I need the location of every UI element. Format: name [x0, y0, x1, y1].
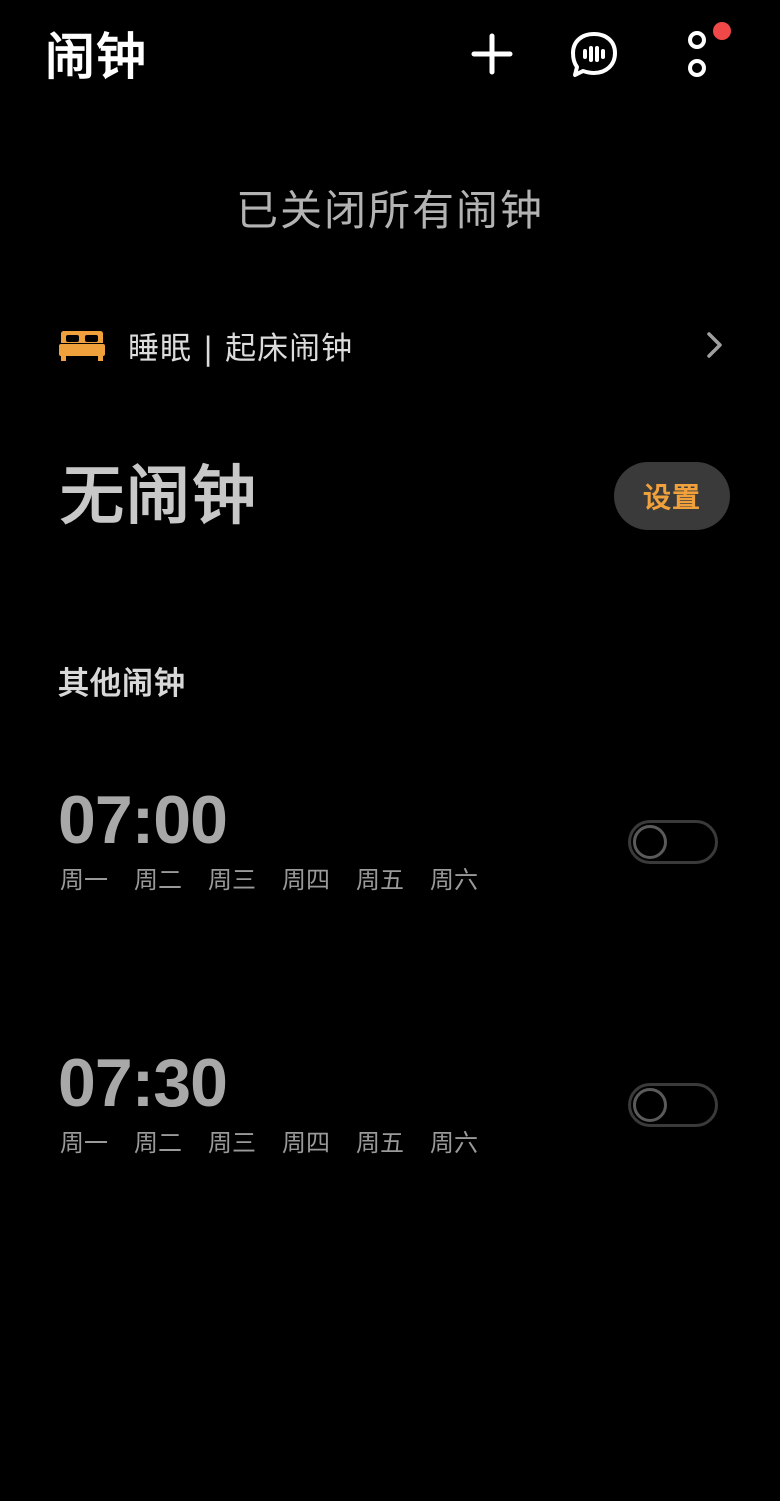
alarm-toggle[interactable] — [628, 1083, 718, 1127]
alarm-toggle[interactable] — [628, 820, 718, 864]
alarm-day: 周一 — [60, 866, 108, 894]
chevron-right-icon — [707, 332, 722, 358]
toggle-knob — [633, 1088, 667, 1122]
voice-icon — [571, 32, 617, 77]
alarm-item[interactable]: 07:00 周一 周二 周三 周四 周五 周六 — [0, 780, 780, 920]
alarm-day: 周三 — [208, 1129, 256, 1157]
alarms-status-text: 已关闭所有闹钟 — [235, 186, 544, 235]
page-title: 闹钟 — [45, 28, 147, 86]
alarm-day: 周五 — [356, 1129, 404, 1157]
alarm-time: 07:30 — [58, 1045, 228, 1121]
alarm-day: 周四 — [282, 1129, 330, 1157]
toggle-knob — [633, 825, 667, 859]
alarm-day: 周二 — [134, 866, 182, 894]
alarm-day: 周六 — [430, 866, 478, 894]
sleep-wake-label: 睡眠 | 起床闹钟 — [128, 330, 354, 367]
alarm-day: 周一 — [60, 1129, 108, 1157]
bed-icon — [59, 331, 105, 361]
alarm-day: 周三 — [208, 866, 256, 894]
add-alarm-button[interactable] — [466, 28, 518, 80]
voice-assistant-button[interactable] — [568, 28, 620, 80]
alarm-day: 周五 — [356, 866, 404, 894]
alarm-day: 周四 — [282, 866, 330, 894]
alarm-item[interactable]: 07:30 周一 周二 周三 周四 周五 周六 — [0, 1043, 780, 1183]
notification-badge — [713, 22, 731, 40]
no-alarm-title: 无闹钟 — [60, 460, 258, 534]
sleep-wake-alarm-row[interactable]: 睡眠 | 起床闹钟 — [58, 313, 730, 377]
more-icon — [688, 31, 706, 77]
alarm-day: 周六 — [430, 1129, 478, 1157]
add-icon — [471, 33, 513, 75]
other-alarms-header: 其他闹钟 — [58, 666, 186, 702]
alarm-repeat-days: 周一 周二 周三 周四 周五 周六 — [60, 864, 504, 896]
alarm-day: 周二 — [134, 1129, 182, 1157]
set-alarm-button[interactable]: 设置 — [614, 462, 730, 530]
alarm-repeat-days: 周一 周二 周三 周四 周五 周六 — [60, 1127, 504, 1159]
alarm-time: 07:00 — [58, 782, 228, 858]
